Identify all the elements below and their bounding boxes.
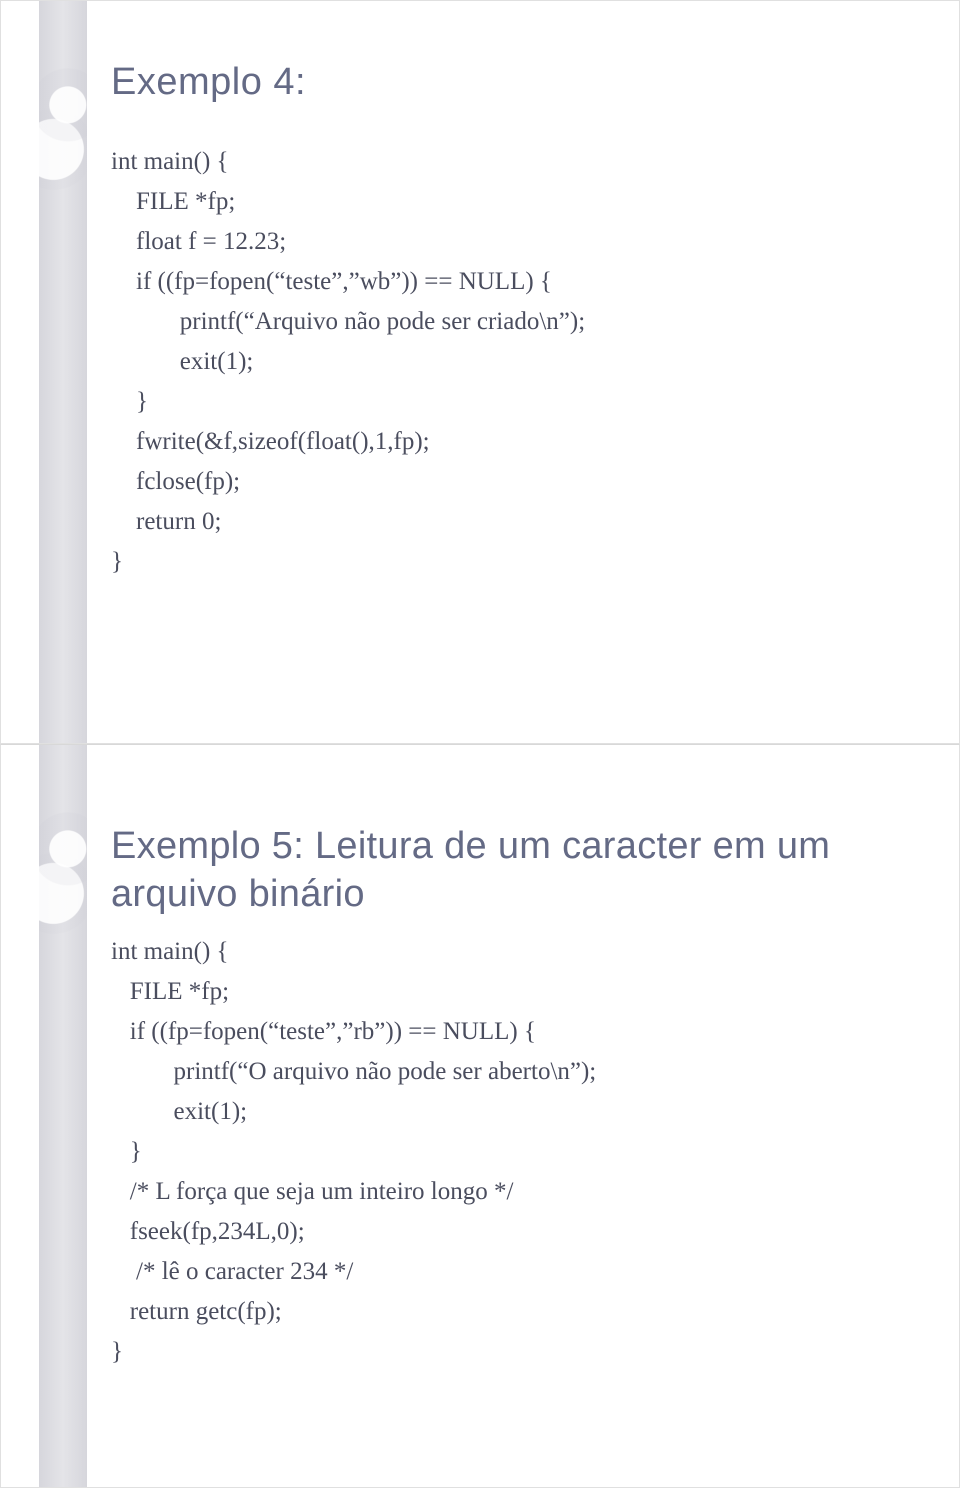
code-line: } xyxy=(111,1132,905,1172)
code-line: return 0; xyxy=(111,502,905,542)
code-line: FILE *fp; xyxy=(111,972,905,1012)
slide-2-title: Exemplo 5: Leitura de um caracter em um … xyxy=(111,823,905,918)
slide-1-title: Exemplo 4: xyxy=(111,61,905,104)
code-line: int main() { xyxy=(111,142,905,182)
code-line: printf(“Arquivo não pode ser criado\n”); xyxy=(111,302,905,342)
slide-2-content: Exemplo 5: Leitura de um caracter em um … xyxy=(111,823,905,1372)
slide-decoration-sidebar xyxy=(39,1,87,743)
code-line: fseek(fp,234L,0); xyxy=(111,1212,905,1252)
slide-1: Exemplo 4: int main() { FILE *fp; float … xyxy=(0,0,960,744)
code-line: } xyxy=(111,1332,905,1372)
code-line: float f = 12.23; xyxy=(111,222,905,262)
code-line: /* lê o caracter 234 */ xyxy=(111,1252,905,1292)
slide-1-code: int main() { FILE *fp; float f = 12.23; … xyxy=(111,142,905,582)
code-line: } xyxy=(111,382,905,422)
slide-decoration-sidebar xyxy=(39,745,87,1487)
code-line: FILE *fp; xyxy=(111,182,905,222)
slide-1-content: Exemplo 4: int main() { FILE *fp; float … xyxy=(111,61,905,582)
code-line: exit(1); xyxy=(111,342,905,382)
code-line: printf(“O arquivo não pode ser aberto\n”… xyxy=(111,1052,905,1092)
code-line: /* L força que seja um inteiro longo */ xyxy=(111,1172,905,1212)
slide-2: Exemplo 5: Leitura de um caracter em um … xyxy=(0,744,960,1488)
code-line: if ((fp=fopen(“teste”,”wb”)) == NULL) { xyxy=(111,262,905,302)
slide-2-code: int main() { FILE *fp; if ((fp=fopen(“te… xyxy=(111,932,905,1372)
code-line: fwrite(&f,sizeof(float(),1,fp); xyxy=(111,422,905,462)
code-line: return getc(fp); xyxy=(111,1292,905,1332)
code-line: fclose(fp); xyxy=(111,462,905,502)
code-line: int main() { xyxy=(111,932,905,972)
code-line: } xyxy=(111,542,905,582)
code-line: if ((fp=fopen(“teste”,”rb”)) == NULL) { xyxy=(111,1012,905,1052)
code-line: exit(1); xyxy=(111,1092,905,1132)
